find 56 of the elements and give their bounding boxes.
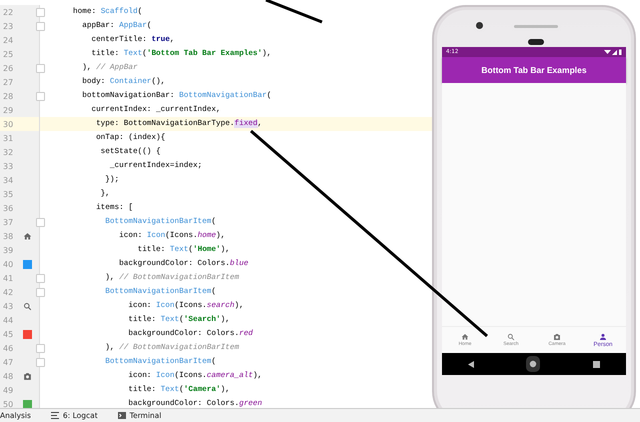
- line-number: 47: [2, 358, 14, 366]
- line-number: 43: [2, 302, 14, 310]
- line-number: 49: [2, 386, 14, 394]
- fold-marker-icon[interactable]: [36, 288, 45, 296]
- person-icon: [599, 332, 607, 340]
- fold-marker-icon[interactable]: [36, 274, 45, 282]
- line-number: 41: [2, 274, 14, 282]
- line-number: 39: [2, 246, 14, 254]
- line-number: 44: [2, 316, 14, 324]
- annotation-line: [265, 0, 323, 24]
- fold-marker-icon[interactable]: [36, 92, 45, 100]
- line-number: 50: [2, 400, 14, 408]
- line-number: 28: [2, 92, 14, 100]
- line-number: 34: [2, 176, 14, 184]
- home-button-icon[interactable]: [526, 356, 540, 372]
- line-number: 46: [2, 344, 14, 352]
- list-icon: [50, 412, 59, 419]
- front-camera-icon: [476, 22, 483, 29]
- terminal-icon: [118, 412, 126, 419]
- line-number: 31: [2, 134, 14, 142]
- search-icon: [507, 333, 515, 341]
- line-number: 22: [2, 8, 14, 16]
- line-number: 23: [2, 22, 14, 30]
- line-number: 30: [2, 120, 14, 128]
- home-icon: [461, 333, 469, 341]
- fold-marker-icon[interactable]: [36, 22, 45, 30]
- line-number: 38: [2, 232, 14, 240]
- line-number: 33: [2, 162, 14, 170]
- app-title: Bottom Tab Bar Examples: [481, 65, 587, 75]
- line-number: 37: [2, 218, 14, 226]
- camera-icon: [23, 372, 32, 380]
- line-number: 26: [2, 64, 14, 72]
- search-icon: [23, 302, 32, 310]
- line-number: 45: [2, 330, 14, 338]
- speaker-icon: [514, 25, 558, 28]
- fold-marker-icon[interactable]: [36, 358, 45, 366]
- line-number: 36: [2, 204, 14, 212]
- camera-icon: [553, 333, 561, 341]
- signal-battery-icon: [604, 49, 622, 55]
- line-number: 48: [2, 372, 14, 380]
- line-number: 35: [2, 190, 14, 198]
- line-number: 24: [2, 36, 14, 44]
- line-number: 27: [2, 78, 14, 86]
- sensor-icon: [528, 39, 544, 45]
- fold-marker-icon[interactable]: [36, 64, 45, 72]
- fold-marker-icon[interactable]: [36, 344, 45, 352]
- line-number: 32: [2, 148, 14, 156]
- fold-marker-icon[interactable]: [36, 8, 45, 16]
- line-number: 40: [2, 260, 14, 268]
- fold-marker-icon[interactable]: [36, 218, 45, 226]
- home-icon: [23, 232, 32, 240]
- recents-icon[interactable]: [592, 360, 600, 368]
- line-number: 29: [2, 106, 14, 114]
- back-icon[interactable]: [468, 360, 474, 368]
- line-number: 25: [2, 50, 14, 58]
- line-number: 42: [2, 288, 14, 296]
